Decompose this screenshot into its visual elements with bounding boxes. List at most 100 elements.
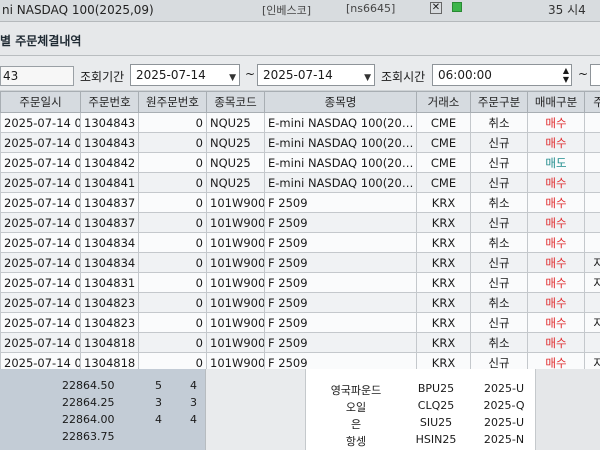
- trade-side: 매수: [527, 112, 585, 133]
- tab-account[interactable]: [ns6645]: [346, 2, 395, 15]
- table-row[interactable]: 2025-07-14 09:…13048310101W9000F 2509KRX…: [0, 272, 600, 293]
- original-order-number: 0: [138, 272, 207, 293]
- order-number: 1304818: [80, 332, 139, 353]
- column-header[interactable]: 주문구분: [470, 91, 528, 113]
- column-header[interactable]: 종목명: [264, 91, 417, 113]
- period-label: 조회기간: [80, 70, 125, 84]
- order-datetime: 2025-07-14 09:…: [0, 152, 81, 173]
- orderbook-row[interactable]: 22863.75: [0, 428, 205, 444]
- time-to-spinner[interactable]: [590, 64, 600, 86]
- range-separator: ~: [245, 67, 256, 81]
- table-row[interactable]: 2025-07-14 09:…13048180101W9000F 2509KRX…: [0, 332, 600, 353]
- trade-side: 매수: [527, 332, 585, 353]
- order-number: 1304818: [80, 352, 139, 369]
- trade-side: 매수: [527, 252, 585, 273]
- product-month: 2025-Q: [483, 399, 525, 412]
- orderbook-row[interactable]: 22864.50 5 4: [0, 377, 205, 393]
- spinner-arrows-icon[interactable]: ▲ ▼: [563, 66, 569, 84]
- orderbook-row[interactable]: 22864.00 4 4: [0, 411, 205, 427]
- symbol-code: 101W9000: [206, 352, 265, 369]
- column-header[interactable]: 종목코드: [206, 91, 265, 113]
- window-title: 별 주문체결내역: [0, 34, 82, 48]
- order-number: 1304842: [80, 152, 139, 173]
- original-order-number: 0: [138, 352, 207, 369]
- order-datetime: 2025-07-14 09:…: [0, 192, 81, 213]
- symbol-name: F 2509: [264, 352, 417, 369]
- product-row[interactable]: 은 SIU25 2025-U: [306, 415, 536, 431]
- order-datetime: 2025-07-14 09:…: [0, 312, 81, 333]
- symbol-code: NQU25: [206, 112, 265, 133]
- column-header[interactable]: 원주문번호: [138, 91, 207, 113]
- order-type: 신규: [470, 312, 528, 333]
- query-bar: 43 조회기간 2025-07-14 ▼ ~ 2025-07-14 ▼ 조회시간…: [0, 56, 600, 90]
- symbol-code: 101W9000: [206, 312, 265, 333]
- exchange: KRX: [416, 272, 471, 293]
- order-type: 취소: [470, 192, 528, 213]
- order-number: 1304843: [80, 112, 139, 133]
- product-name: 은: [350, 418, 362, 431]
- table-row[interactable]: 2025-07-14 09:…13048430NQU25E-mini NASDA…: [0, 112, 600, 133]
- order-type: 취소: [470, 332, 528, 353]
- exchange: KRX: [416, 312, 471, 333]
- date-from-select[interactable]: 2025-07-14 ▼: [130, 64, 240, 86]
- product-month: 2025-N: [483, 433, 525, 446]
- table-row[interactable]: 2025-07-14 09:…13048420NQU25E-mini NASDA…: [0, 152, 600, 173]
- table-row[interactable]: 2025-07-14 09:…13048230101W9000F 2509KRX…: [0, 312, 600, 333]
- chevron-down-icon[interactable]: ▼: [229, 68, 236, 88]
- order-type: 신규: [470, 252, 528, 273]
- account-field[interactable]: 43: [0, 66, 74, 86]
- exchange: CME: [416, 112, 471, 133]
- order-type: 취소: [470, 112, 528, 133]
- symbol-code: 101W9000: [206, 212, 265, 233]
- table-row[interactable]: 2025-07-14 09:…13048410NQU25E-mini NASDA…: [0, 172, 600, 193]
- column-header[interactable]: 매매구분: [527, 91, 585, 113]
- table-row[interactable]: 2025-07-14 09:…13048340101W9000F 2509KRX…: [0, 232, 600, 253]
- table-row[interactable]: 2025-07-14 09:…13048180101W9000F 2509KRX…: [0, 352, 600, 369]
- order-datetime: 2025-07-14 09:…: [0, 352, 81, 369]
- date-from-value: 2025-07-14: [136, 68, 206, 82]
- column-header[interactable]: 주: [584, 91, 600, 113]
- table-row[interactable]: 2025-07-14 09:…13048230101W9000F 2509KRX…: [0, 292, 600, 313]
- original-order-number: 0: [138, 232, 207, 253]
- product-name: 영국파운드: [330, 384, 382, 397]
- time-from-spinner[interactable]: 06:00:00 ▲ ▼: [432, 64, 572, 86]
- table-header: 주문일시주문번호원주문번호종목코드종목명거래소주문구분매매구분주: [0, 91, 600, 113]
- symbol-name: E-mini NASDAQ 100(20…: [264, 172, 417, 193]
- close-icon[interactable]: ✕: [430, 2, 442, 14]
- order-number: 1304843: [80, 132, 139, 153]
- symbol-code: 101W9000: [206, 272, 265, 293]
- trade-side: 매도: [527, 152, 585, 173]
- symbol-name: F 2509: [264, 312, 417, 333]
- table-row[interactable]: 2025-07-14 09:…13048370101W9000F 2509KRX…: [0, 212, 600, 233]
- original-order-number: 0: [138, 332, 207, 353]
- product-month: 2025-U: [483, 416, 524, 429]
- column-header[interactable]: 거래소: [416, 91, 471, 113]
- symbol-code: NQU25: [206, 132, 265, 153]
- exchange: CME: [416, 132, 471, 153]
- orderbook-row[interactable]: 22864.25 3 3: [0, 394, 205, 410]
- column-header[interactable]: 주문일시: [0, 91, 81, 113]
- trade-side: 매수: [527, 192, 585, 213]
- table-row[interactable]: 2025-07-14 09:…13048430NQU25E-mini NASDA…: [0, 132, 600, 153]
- symbol-name: E-mini NASDAQ 100(20…: [264, 132, 417, 153]
- symbol-name: F 2509: [264, 272, 417, 293]
- tab-fund[interactable]: [인베스코]: [262, 2, 311, 18]
- time-label: 조회시간: [381, 70, 426, 84]
- table-row[interactable]: 2025-07-14 09:…13048370101W9000F 2509KRX…: [0, 192, 600, 213]
- date-to-select[interactable]: 2025-07-14 ▼: [257, 64, 375, 86]
- order-datetime: 2025-07-14 09:…: [0, 112, 81, 133]
- chevron-down-icon[interactable]: ▼: [364, 68, 371, 88]
- exchange: CME: [416, 152, 471, 173]
- top-strip: ni NASDAQ 100(2025,09) [인베스코] [ns6645] ✕…: [0, 0, 600, 22]
- order-type: 신규: [470, 152, 528, 173]
- product-row[interactable]: 오일 CLQ25 2025-Q: [306, 398, 536, 414]
- product-row[interactable]: 항셍 HSIN25 2025-N: [306, 432, 536, 448]
- order-datetime: 2025-07-14 09:…: [0, 252, 81, 273]
- order-datetime: 2025-07-14 09:…: [0, 132, 81, 153]
- order-number: 1304834: [80, 252, 139, 273]
- extra-cell: [584, 112, 600, 133]
- table-row[interactable]: 2025-07-14 09:…13048340101W9000F 2509KRX…: [0, 252, 600, 273]
- column-header[interactable]: 주문번호: [80, 91, 139, 113]
- orderbook-qty: 5: [155, 379, 162, 392]
- product-row[interactable]: 영국파운드 BPU25 2025-U: [306, 381, 536, 397]
